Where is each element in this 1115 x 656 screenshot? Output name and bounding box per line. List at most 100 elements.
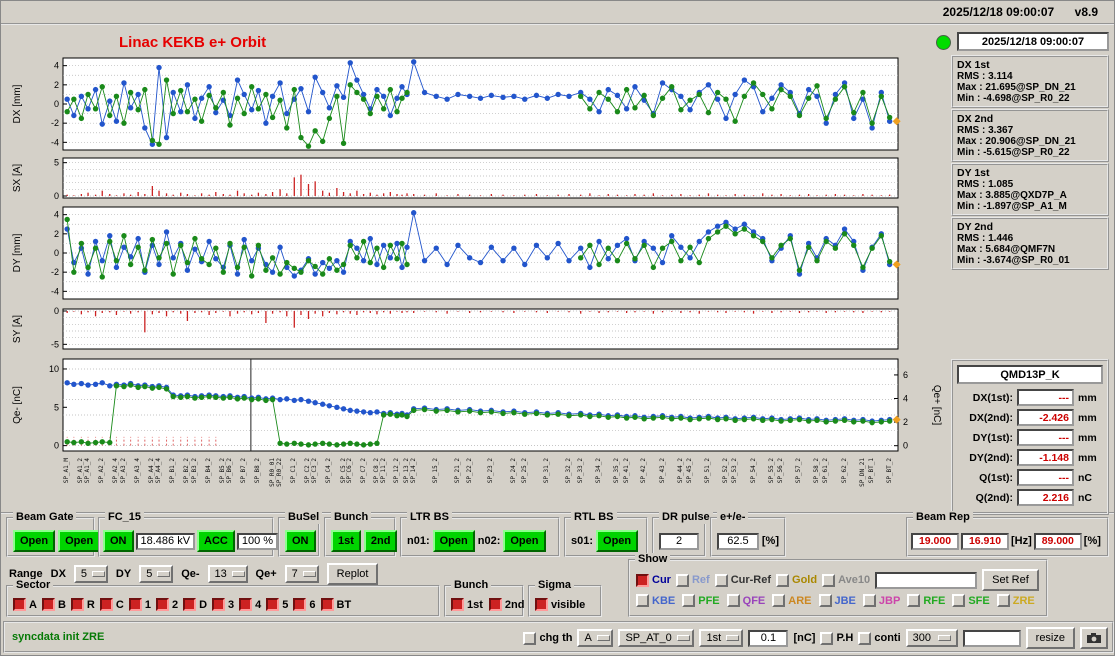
sector-checkbox-B[interactable]: B (41, 598, 66, 611)
bpm-label: SP_12_2 (393, 458, 400, 484)
sector-label: R (86, 598, 95, 611)
fc15-group: FC_15 ON 18.486 kV ACC 100 % (98, 511, 279, 557)
show-cur-ref-checkbox[interactable]: Cur-Ref (714, 573, 771, 587)
show-ave10-label: Ave10 (838, 574, 871, 586)
ltr-n01-open-button[interactable]: Open (432, 530, 475, 552)
show-kbe-checkbox[interactable]: KBE (636, 594, 675, 607)
bunch-2nd-button[interactable]: 2nd (363, 530, 398, 552)
show-jbe-checkbox[interactable]: JBE (818, 594, 856, 607)
svg-text:6: 6 (903, 370, 908, 380)
sector-checkbox-6[interactable]: 6 (293, 598, 316, 611)
sector-checkbox-A[interactable]: A (13, 598, 37, 611)
stats-panel: DX 1st RMS : 3.114 Max : 21.695@SP_DN_21… (951, 55, 1109, 271)
sigma-visible-checkbox[interactable]: visible (535, 598, 585, 611)
show-jbp-label: JBP (878, 594, 901, 607)
sector-checkbox-BT[interactable]: BT (320, 598, 351, 611)
show-pfe-checkbox[interactable]: PFE (682, 594, 720, 607)
magnet-row: DX(1st): --- mm (957, 389, 1103, 406)
stat-max: Max : 3.885@QXD7P_A (957, 190, 1067, 201)
bunch-select-group-label: Bunch (451, 579, 492, 592)
ref-input[interactable] (875, 571, 978, 589)
fc15-acc-button[interactable]: ACC (197, 530, 235, 552)
show-zre-checkbox[interactable]: ZRE (996, 594, 1035, 607)
magnet-row: DY(2nd): -1.148 mm (957, 449, 1103, 466)
beam-rep-group-label: Beam Rep (913, 511, 973, 524)
bunch-1st-button[interactable]: 1st (331, 530, 361, 552)
svg-text:-4: -4 (51, 137, 59, 147)
resize-button[interactable]: resize (1025, 627, 1075, 649)
conti-label: conti (874, 632, 901, 644)
ph-checkbox[interactable]: P.H (820, 631, 853, 645)
sector-checkbox-3[interactable]: 3 (212, 598, 234, 611)
magnet-row-value: --- (1017, 389, 1074, 406)
show-are-checkbox[interactable]: ARE (772, 594, 812, 607)
range-qep-select[interactable]: 7 (284, 565, 319, 583)
bpm-label: SP_41_2 (622, 458, 630, 484)
show-sfe-checkbox[interactable]: SFE (952, 594, 990, 607)
show-gold-checkbox[interactable]: Gold (776, 573, 817, 587)
chg-th-label: chg th (539, 632, 573, 644)
beam-rep-hz-label: [Hz] (1011, 535, 1032, 547)
checkbox-icon (675, 573, 689, 587)
sector-checkbox-D[interactable]: D (183, 598, 207, 611)
bpm-label: SP_C7_2 (359, 458, 367, 484)
bpm-label: SP_11_2 (379, 458, 387, 484)
sector-checkbox-5[interactable]: 5 (266, 598, 288, 611)
rtl-s01-open-button[interactable]: Open (596, 530, 639, 552)
checkbox-icon (682, 594, 696, 607)
show-qfe-checkbox[interactable]: QFE (726, 594, 765, 607)
bpm-label: SP_32_2 (565, 458, 572, 484)
dr-pulse-value[interactable]: 2 (659, 532, 699, 550)
eplus-eminus-unit: [%] (761, 535, 779, 547)
show-group: Show Cur Ref Cur-Ref Gold Ave10 Set Ref … (628, 553, 1048, 617)
range-qem-select[interactable]: 13 (207, 565, 248, 583)
threshold-input[interactable]: 0.1 (748, 629, 789, 647)
replot-button[interactable]: Replot (326, 563, 379, 585)
show-jbp-checkbox[interactable]: JBP (862, 594, 901, 607)
ltr-n02-open-button[interactable]: Open (503, 530, 546, 552)
magnet-row-value: -2.426 (1017, 409, 1074, 426)
sector-select[interactable]: A (577, 629, 614, 647)
sector-checkbox-1[interactable]: 1 (128, 598, 151, 611)
eplus-eminus-value[interactable]: 62.5 (717, 532, 759, 550)
bpm-label: SP_34_2 (595, 458, 603, 484)
show-cur-checkbox[interactable]: Cur (636, 573, 671, 587)
magnet-row: DX(2nd): -2.426 mm (957, 409, 1103, 426)
bpm-label: SP_53_2 (731, 458, 739, 484)
set-ref-button[interactable]: Set Ref (982, 569, 1039, 591)
snapshot-button[interactable] (1080, 627, 1108, 649)
fc15-on-button[interactable]: ON (103, 530, 134, 552)
bunch-2nd-checkbox[interactable]: 2nd (488, 598, 524, 611)
beam-gate-open-button-2[interactable]: Open (58, 530, 101, 552)
range-dy-select[interactable]: 5 (139, 565, 174, 583)
bpm-select[interactable]: SP_AT_0 (618, 629, 695, 647)
nc-unit-label: [nC] (793, 632, 816, 644)
magnet-row-unit: nC (1078, 471, 1092, 484)
busel-on-button[interactable]: ON (285, 530, 316, 552)
beam-gate-open-button-1[interactable]: Open (13, 530, 56, 552)
bunch-select[interactable]: 1st (699, 629, 744, 647)
show-ave10-checkbox[interactable]: Ave10 (822, 573, 871, 587)
ltr-n02-label: n02: (477, 535, 501, 547)
sector-checkbox-C[interactable]: C (99, 598, 124, 611)
header-version: v8.9 (1074, 5, 1098, 19)
magnet-name-field[interactable]: QMD13P_K (957, 365, 1103, 384)
sector-checkbox-4[interactable]: 4 (239, 598, 261, 611)
aux-input[interactable] (962, 629, 1021, 647)
sector-checkbox-2[interactable]: 2 (155, 598, 178, 611)
show-rfe-checkbox[interactable]: RFE (907, 594, 945, 607)
bpm-label: SP_A4_4 (155, 458, 163, 484)
range-qep-label: Qe+ (255, 568, 277, 580)
bunch-1st-checkbox[interactable]: 1st (451, 598, 483, 611)
conti-checkbox[interactable]: conti (858, 631, 901, 645)
stat-title: DY 2nd (957, 221, 993, 233)
points-select[interactable]: 300 (905, 629, 958, 647)
bpm-label: SP_43_2 (658, 458, 666, 484)
chg-th-checkbox[interactable]: chg th (523, 631, 573, 645)
bpm-label: SP_14_2 (409, 458, 417, 484)
show-group-label: Show (635, 553, 671, 566)
range-dx-select[interactable]: 5 (73, 565, 108, 583)
svg-text:4: 4 (903, 394, 908, 404)
show-ref-checkbox[interactable]: Ref (675, 573, 710, 587)
sector-checkbox-R[interactable]: R (70, 598, 95, 611)
